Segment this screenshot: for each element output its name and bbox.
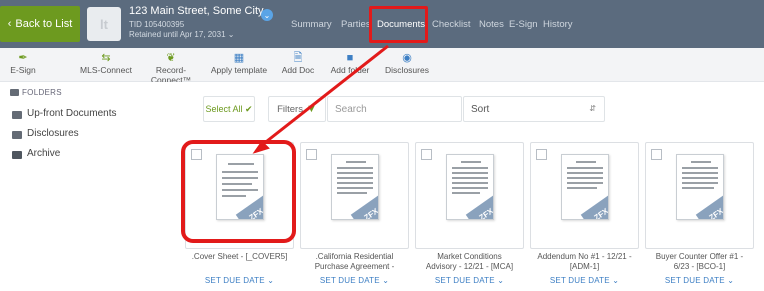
annotation-arrow bbox=[252, 44, 389, 154]
